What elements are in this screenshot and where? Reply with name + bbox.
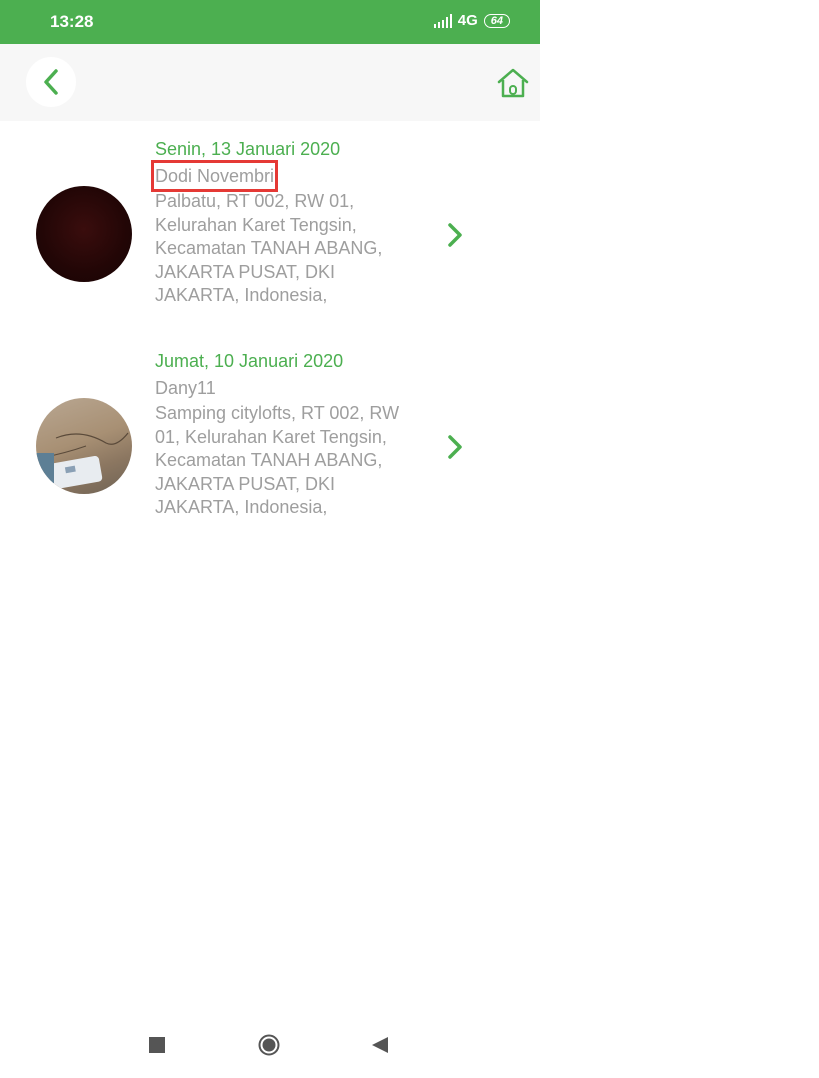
item-address: Samping citylofts, RT 002, RW 01, Kelura… — [155, 403, 400, 517]
photo-thumbnail-icon — [36, 432, 129, 490]
network-label: 4G — [457, 12, 478, 29]
item-date: Senin, 13 Januari 2020 — [155, 139, 341, 159]
list-item[interactable]: Jumat, 10 Januari 2020 Dany11 Samping ci… — [0, 333, 540, 545]
item-text: Jumat, 10 Januari 2020 Dany11 Samping ci… — [155, 333, 415, 520]
back-nav-icon[interactable] — [370, 1035, 390, 1055]
home-icon[interactable] — [496, 66, 530, 100]
status-bar: 13:28 4G 64 — [0, 0, 540, 44]
app-bar — [0, 44, 540, 121]
battery-icon: 64 — [483, 13, 510, 28]
system-nav-bar — [0, 1020, 540, 1070]
item-name: Dodi Novembri — [150, 160, 279, 192]
item-name: Dany11 — [155, 378, 216, 398]
signal-icon — [433, 13, 452, 28]
item-address: Palbatu, RT 002, RW 01, Kelurahan Karet … — [155, 191, 383, 305]
avatar — [36, 398, 132, 494]
list-item[interactable]: Senin, 13 Januari 2020 Dodi Novembri Pal… — [0, 121, 540, 333]
chevron-left-icon — [44, 69, 58, 95]
avatar — [36, 186, 132, 282]
status-time: 13:28 — [50, 12, 94, 31]
status-icons: 4G 64 — [433, 12, 510, 29]
chevron-right-icon[interactable] — [444, 433, 466, 461]
recent-apps-icon[interactable] — [149, 1037, 165, 1053]
home-nav-icon[interactable] — [258, 1034, 280, 1056]
chevron-right-icon[interactable] — [444, 221, 466, 249]
back-button[interactable] — [26, 57, 76, 107]
battery-level: 64 — [490, 14, 503, 27]
item-text: Senin, 13 Januari 2020 Dodi Novembri Pal… — [150, 121, 415, 308]
history-list: Senin, 13 Januari 2020 Dodi Novembri Pal… — [0, 121, 540, 545]
item-date: Jumat, 10 Januari 2020 — [155, 351, 344, 371]
